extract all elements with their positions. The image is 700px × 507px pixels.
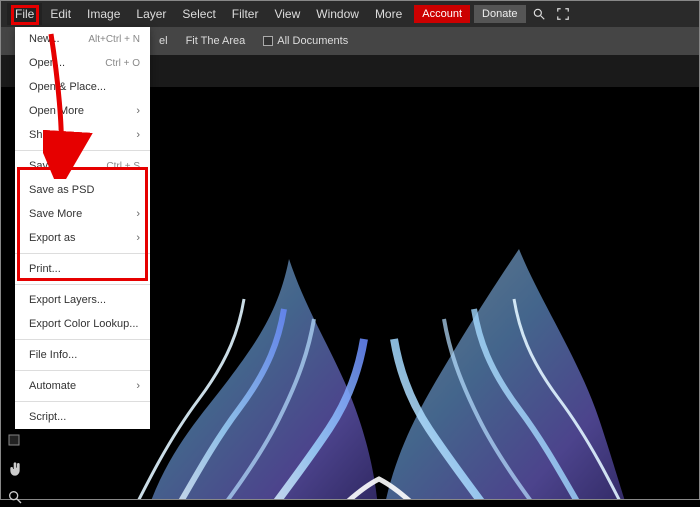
dd-item-shortcut: Ctrl + O [105,58,140,69]
dd-item-open[interactable]: Open... Ctrl + O [15,51,150,75]
dd-item-label: Open... [29,57,65,69]
account-button[interactable]: Account [414,5,470,23]
chevron-right-icon: › [136,380,140,392]
dd-item-label: Save [29,160,54,172]
dd-item-save[interactable]: Save Ctrl + S [15,154,150,178]
hand-tool-icon[interactable] [5,459,25,479]
dd-item-shortcut: Ctrl + S [106,161,140,172]
dd-separator [15,339,150,340]
chevron-right-icon: › [136,232,140,244]
opt-all-documents-label: All Documents [277,35,348,47]
dd-item-file-info[interactable]: File Info... [15,343,150,367]
menubar-icons [532,7,570,21]
opt-all-documents[interactable]: All Documents [263,35,348,47]
chevron-right-icon: › [136,208,140,220]
dd-item-print[interactable]: Print... [15,257,150,281]
dd-item-open-more[interactable]: Open More › [15,99,150,123]
dd-item-label: Automate [29,380,76,392]
chevron-right-icon: › [136,129,140,141]
dd-item-label: Script... [29,411,66,423]
left-toolbar [3,431,27,507]
dd-item-share[interactable]: Share › [15,123,150,147]
dd-item-open-place[interactable]: Open & Place... [15,75,150,99]
dd-item-label: Export Layers... [29,294,106,306]
dd-item-label: Save More [29,208,82,220]
menu-view[interactable]: View [266,3,308,25]
dd-separator [15,370,150,371]
dd-item-save-more[interactable]: Save More › [15,202,150,226]
menu-edit[interactable]: Edit [42,3,79,25]
dd-separator [15,150,150,151]
dd-separator [15,253,150,254]
dd-separator [15,284,150,285]
fullscreen-icon[interactable] [556,7,570,21]
dd-item-save-as-psd[interactable]: Save as PSD [15,178,150,202]
dd-item-label: New... [29,33,60,45]
search-icon[interactable] [532,7,546,21]
canvas-image [79,159,679,499]
opt-fit-area[interactable]: Fit The Area [186,35,246,47]
dd-item-export-layers[interactable]: Export Layers... [15,288,150,312]
dd-item-script[interactable]: Script... [15,405,150,429]
dd-item-automate[interactable]: Automate › [15,374,150,398]
menu-file[interactable]: File [7,3,42,25]
dd-separator [15,401,150,402]
dd-item-label: Export as [29,232,75,244]
dd-item-export-as[interactable]: Export as › [15,226,150,250]
file-dropdown: New... Alt+Ctrl + N Open... Ctrl + O Open & … [15,27,150,429]
opt-pixel: el [159,35,168,47]
dd-item-export-color-lookup[interactable]: Export Color Lookup... [15,312,150,336]
dd-item-label: File Info... [29,349,77,361]
dd-item-label: Share [29,129,58,141]
menu-layer[interactable]: Layer [128,3,174,25]
checkbox-icon[interactable] [263,36,273,46]
dd-item-label: Open & Place... [29,81,106,93]
donate-button[interactable]: Donate [474,5,525,23]
dd-item-label: Open More [29,105,84,117]
dd-item-new[interactable]: New... Alt+Ctrl + N [15,27,150,51]
tool-swatch[interactable] [5,431,25,451]
menubar: File Edit Image Layer Select Filter View… [1,1,699,27]
menu-more[interactable]: More [367,3,410,25]
menu-image[interactable]: Image [79,3,128,25]
menu-select[interactable]: Select [174,3,223,25]
dd-item-label: Print... [29,263,61,275]
chevron-right-icon: › [136,105,140,117]
dd-item-label: Export Color Lookup... [29,318,138,330]
dd-item-label: Save as PSD [29,184,94,196]
dd-item-shortcut: Alt+Ctrl + N [88,34,140,45]
menu-window[interactable]: Window [308,3,367,25]
zoom-tool-icon[interactable] [5,487,25,507]
menu-filter[interactable]: Filter [224,3,267,25]
